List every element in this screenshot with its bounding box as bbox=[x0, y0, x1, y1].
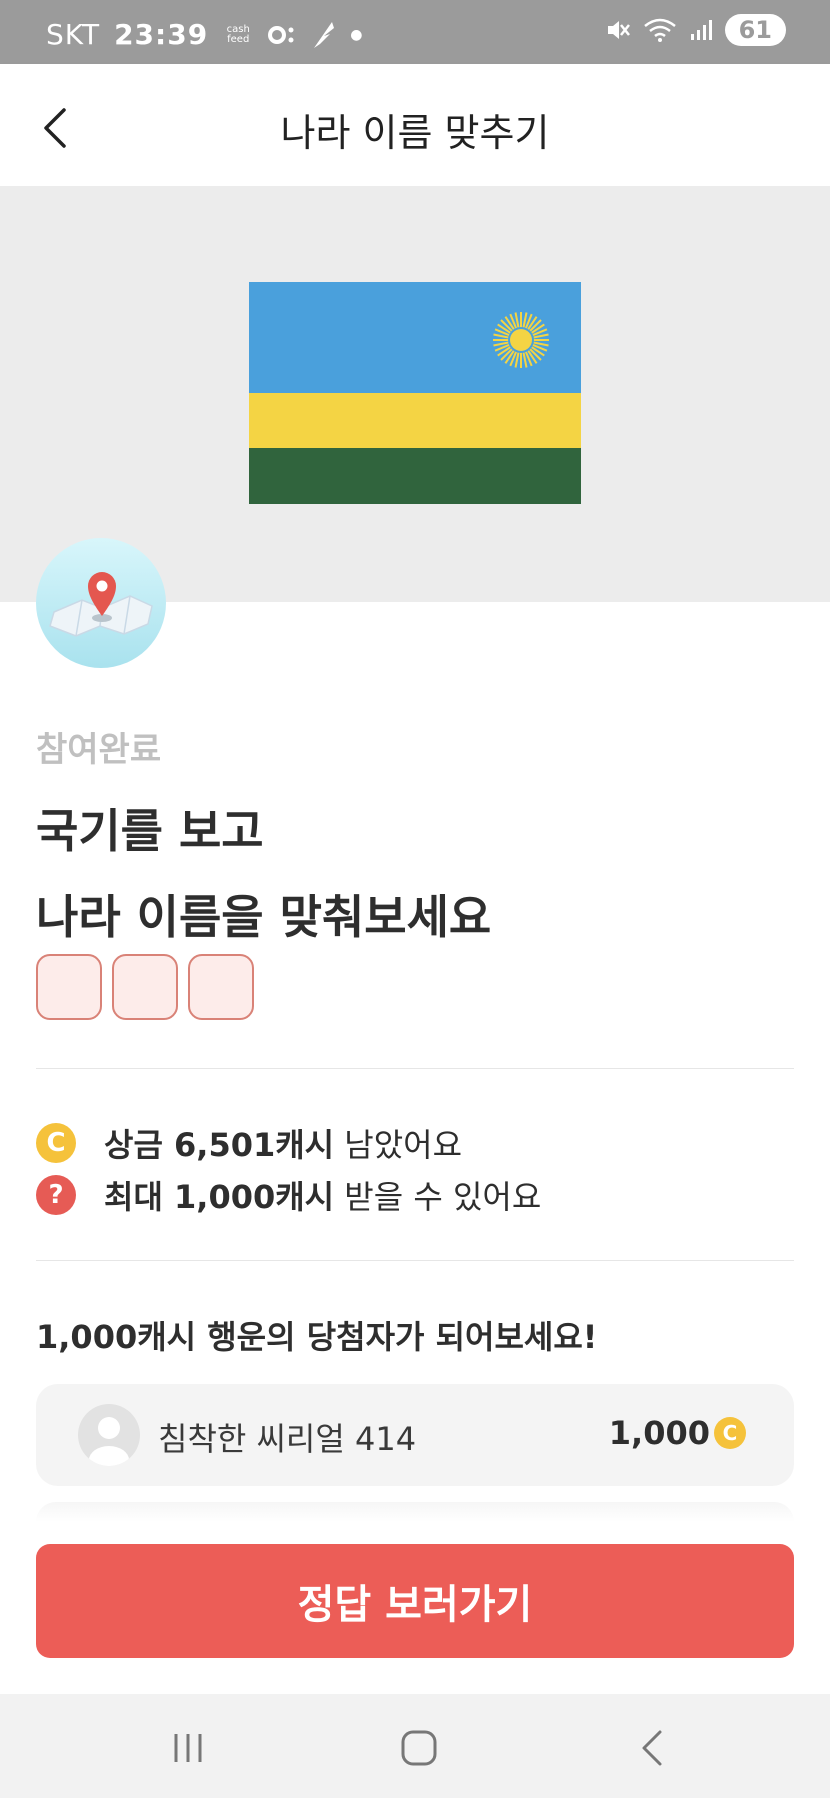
winner-name: 침착한 씨리얼 414 bbox=[158, 1420, 417, 1458]
carrier-label: SKT bbox=[46, 18, 101, 51]
status-bar: SKT 23:39 cash feed ● 61 bbox=[0, 0, 830, 64]
quiz-title-line-2: 나라 이름을 맞춰보세요 bbox=[36, 890, 492, 944]
see-answer-button[interactable]: 정답 보러가기 bbox=[36, 1544, 794, 1658]
chevron-left-icon bbox=[642, 1730, 662, 1766]
home-icon bbox=[401, 1730, 437, 1766]
answer-slots bbox=[36, 954, 254, 1020]
app-header: 나라 이름 맞추기 bbox=[0, 64, 830, 186]
signal-icon bbox=[690, 20, 712, 40]
quiz-title-line-1: 국기를 보고 bbox=[36, 804, 264, 858]
user-avatar-icon bbox=[78, 1404, 140, 1466]
person-silhouette-icon bbox=[89, 1417, 129, 1466]
coin-icon: C bbox=[36, 1123, 76, 1163]
feather-icon bbox=[314, 21, 335, 48]
answer-slot bbox=[188, 954, 254, 1020]
cashfeed-bottom-text: feed bbox=[227, 33, 250, 45]
recent-apps-icon bbox=[174, 1734, 202, 1762]
prize-remaining-suffix: 남았어요 bbox=[334, 1126, 463, 1164]
next-winner-card-peek bbox=[36, 1502, 794, 1522]
max-reward-amount: 최대 1,000캐시 bbox=[104, 1178, 335, 1216]
map-pin-icon bbox=[49, 572, 153, 637]
notification-dot-icon: ● bbox=[350, 26, 363, 43]
winner-list-item: 침착한 씨리얼 414 1,000 C bbox=[36, 1384, 794, 1486]
section-divider bbox=[36, 1068, 794, 1069]
page-title: 나라 이름 맞추기 bbox=[280, 111, 550, 155]
max-reward-suffix: 받을 수 있어요 bbox=[334, 1178, 542, 1216]
system-navigation-bar bbox=[0, 1694, 830, 1798]
quiz-category-avatar bbox=[36, 538, 166, 668]
app-notification-icon bbox=[268, 25, 294, 44]
mute-icon bbox=[607, 21, 630, 39]
system-back-button[interactable] bbox=[622, 1724, 682, 1772]
rwanda-flag-image bbox=[249, 282, 581, 504]
answer-slot bbox=[112, 954, 178, 1020]
lucky-winner-heading: 1,000캐시 행운의 당첨자가 되어보세요! bbox=[36, 1318, 598, 1356]
quiz-title: 국기를 보고 나라 이름을 맞춰보세요 bbox=[36, 788, 491, 960]
section-divider bbox=[36, 1260, 794, 1261]
cashfeed-icon: cash feed bbox=[222, 24, 254, 45]
home-button[interactable] bbox=[389, 1724, 449, 1772]
prize-remaining-amount: 상금 6,501캐시 bbox=[104, 1126, 335, 1164]
coin-icon: C bbox=[714, 1417, 746, 1449]
flag-hero bbox=[0, 186, 830, 602]
winner-amount: 1,000 C bbox=[609, 1414, 746, 1452]
clock: 23:39 bbox=[114, 18, 209, 51]
status-left: SKT 23:39 cash feed ● bbox=[46, 18, 362, 51]
wifi-icon bbox=[643, 18, 676, 42]
question-icon: ? bbox=[36, 1175, 76, 1215]
prize-remaining-row: C 상금 6,501캐시 남았어요 bbox=[36, 1120, 462, 1166]
max-reward-row: ? 최대 1,000캐시 받을 수 있어요 bbox=[36, 1172, 541, 1218]
winner-amount-value: 1,000 bbox=[608, 1414, 710, 1452]
status-right: 61 bbox=[605, 14, 786, 46]
answer-slot bbox=[36, 954, 102, 1020]
battery-indicator: 61 bbox=[724, 14, 786, 46]
participation-status-label: 참여완료 bbox=[36, 730, 162, 770]
recent-apps-button[interactable] bbox=[158, 1724, 218, 1772]
